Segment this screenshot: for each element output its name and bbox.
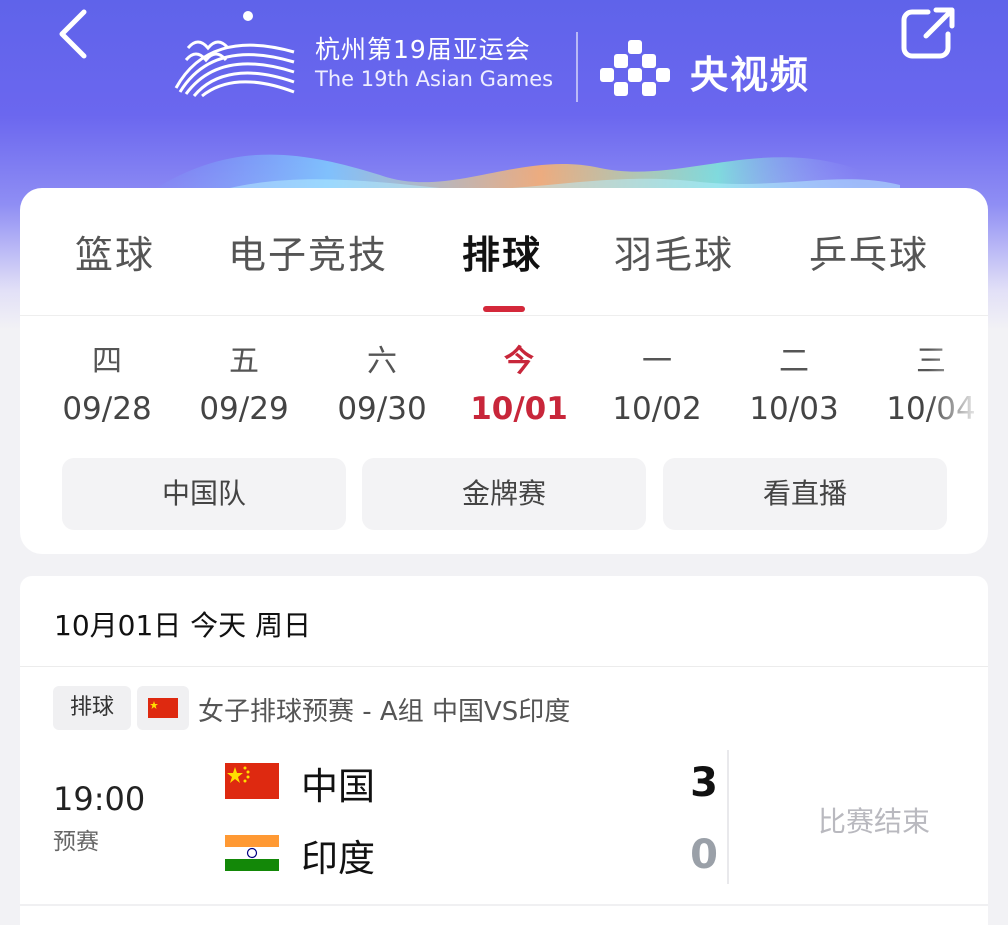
india-flag-icon [225, 835, 279, 871]
date-value: 09/28 [62, 391, 152, 427]
date-scroll-fade [928, 338, 988, 438]
date-weekday: 今 [504, 344, 534, 379]
broadcaster-name: 央视频 [690, 53, 811, 97]
date-weekday: 二 [779, 344, 809, 379]
header-divider [576, 32, 578, 102]
date-weekday: 四 [92, 344, 122, 379]
active-tab-indicator [483, 306, 525, 312]
date-value: 10/01 [470, 391, 568, 427]
schedule-date-header: 10月01日 今天 周日 [54, 609, 312, 642]
date-item[interactable]: 四 09/28 [52, 338, 162, 432]
share-button[interactable] [898, 4, 960, 62]
sports-tabs: 篮球 电子竞技 排球 羽毛球 乒乓球 [20, 188, 988, 316]
team-name-away: 印度 [301, 837, 375, 880]
sport-tag: 排球 [53, 686, 131, 730]
team-name-home: 中国 [301, 765, 375, 808]
share-icon [901, 7, 955, 59]
filter-live-button[interactable]: 看直播 [663, 458, 947, 530]
back-button[interactable] [50, 6, 100, 62]
score-home: 3 [690, 760, 718, 806]
tab-basketball[interactable]: 篮球 [75, 224, 155, 279]
chevron-left-icon [59, 9, 87, 59]
match-title: 女子排球预赛 - A组 中国VS印度 [198, 697, 571, 727]
asian-games-title: 杭州第19届亚运会 The 19th Asian Games [315, 34, 553, 92]
match-status: 比赛结束 [818, 805, 931, 838]
china-flag-icon [148, 698, 178, 718]
match-stage: 预赛 [53, 829, 99, 855]
event-name-en: The 19th Asian Games [315, 67, 554, 91]
china-flag-icon [225, 763, 279, 799]
divider [20, 666, 988, 667]
date-item[interactable]: 五 09/29 [189, 338, 299, 432]
asian-games-logo [168, 8, 300, 100]
date-weekday: 五 [229, 344, 259, 379]
filter-card: 篮球 电子竞技 排球 羽毛球 乒乓球 四 09/28 五 09/29 六 09/… [20, 188, 988, 554]
tab-volleyball[interactable]: 排球 [462, 224, 542, 279]
date-value: 09/29 [199, 391, 289, 427]
date-selector: 四 09/28 五 09/29 六 09/30 今 10/01 一 10/02 … [20, 338, 988, 438]
date-item[interactable]: 二 10/03 [739, 338, 849, 432]
date-weekday: 六 [367, 344, 397, 379]
tab-table-tennis[interactable]: 乒乓球 [809, 224, 929, 279]
date-item[interactable]: 六 09/30 [327, 338, 437, 432]
schedule-card: 10月01日 今天 周日 排球 女子排球预赛 - A组 中国VS印度 19:00… [20, 576, 988, 925]
filter-china-team-button[interactable]: 中国队 [62, 458, 346, 530]
tab-esports[interactable]: 电子竞技 [228, 224, 388, 279]
match-time: 19:00 [53, 780, 146, 818]
event-name-cn: 杭州第19届亚运会 [315, 35, 531, 64]
date-weekday: 一 [642, 344, 672, 379]
divider [20, 904, 988, 906]
filter-gold-medal-button[interactable]: 金牌赛 [362, 458, 646, 530]
date-value: 10/02 [612, 391, 702, 427]
tab-badminton[interactable]: 羽毛球 [614, 224, 734, 279]
date-value: 10/03 [749, 391, 839, 427]
date-item-today[interactable]: 今 10/01 [464, 338, 574, 432]
date-item[interactable]: 一 10/02 [602, 338, 712, 432]
score-away: 0 [690, 832, 718, 878]
date-value: 09/30 [337, 391, 427, 427]
cctv-video-logo [600, 38, 682, 98]
score-divider [727, 750, 729, 884]
china-flag-tag [137, 686, 189, 730]
